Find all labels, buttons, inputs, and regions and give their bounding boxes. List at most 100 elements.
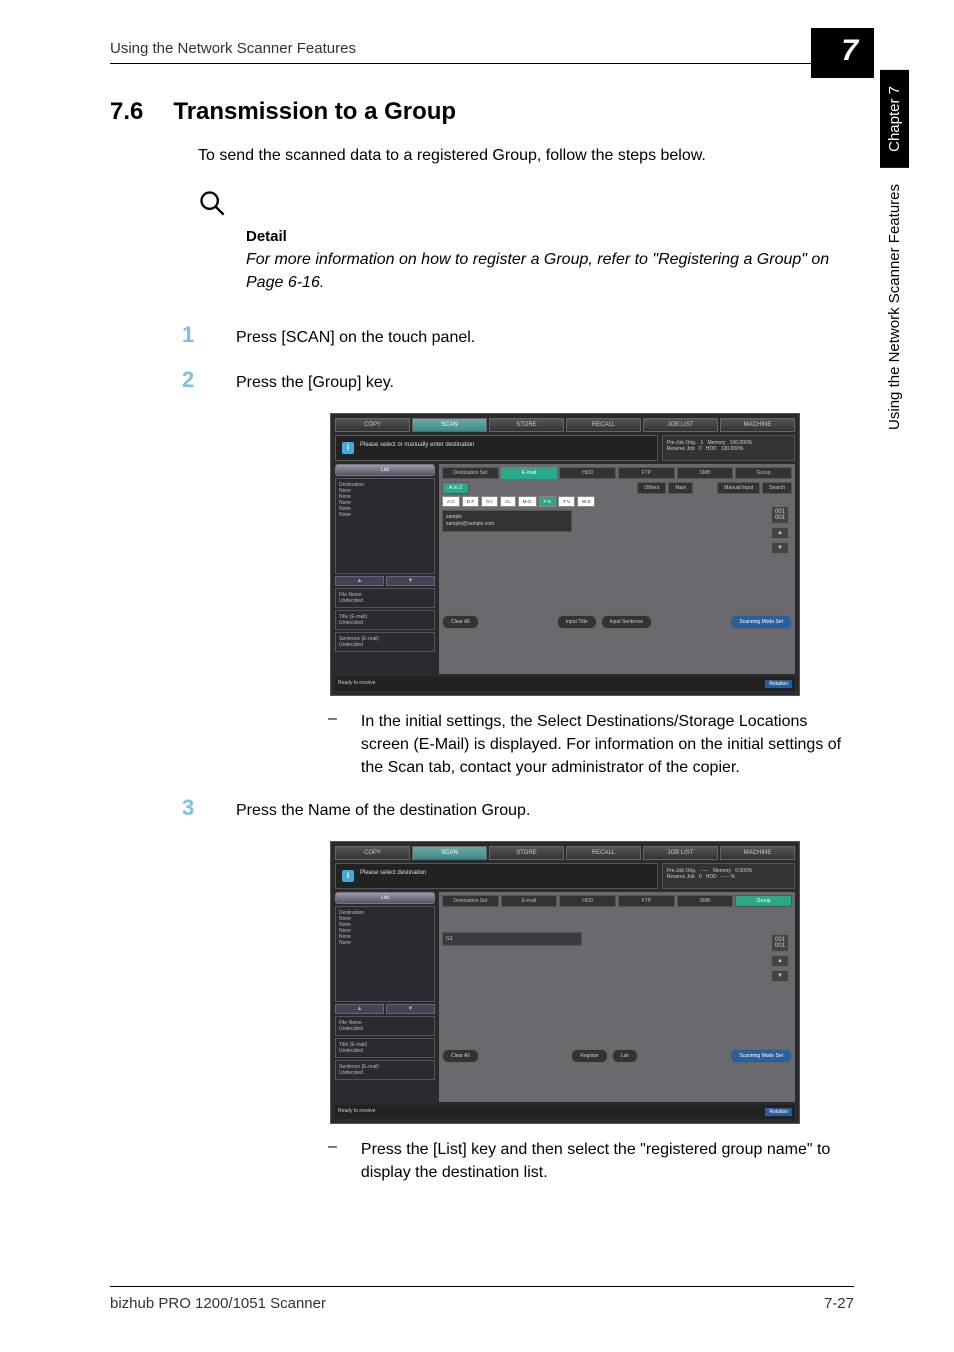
status-hdd-label-2: HDD xyxy=(706,874,717,880)
detail-text: For more information on how to register … xyxy=(246,249,846,294)
page-down-icon[interactable]: ▼ xyxy=(771,542,789,554)
alpha-mo[interactable]: M-O xyxy=(518,496,537,507)
tab-store[interactable]: STORE xyxy=(489,418,564,432)
smb-button-2[interactable]: SMB xyxy=(677,895,734,907)
note-2-text: Press the [List] key and then select the… xyxy=(361,1138,854,1184)
screenshot-2: COPY SCAN STORE RECALL JOB LIST MACHINE … xyxy=(330,841,800,1124)
title-value: Undecided xyxy=(339,620,431,626)
main-button[interactable]: Main xyxy=(668,482,693,494)
status-prejob-val-2: ----- xyxy=(700,868,708,874)
address-entry[interactable]: sample sample@sample.com xyxy=(442,510,572,532)
status-memory-label-2: Memory xyxy=(713,868,731,874)
info-message-2: i Please select destination xyxy=(335,863,658,889)
filename-panel-2: File Name Undecided xyxy=(335,1016,435,1036)
list-button[interactable]: List xyxy=(335,464,435,476)
group-button-2[interactable]: Group xyxy=(735,895,792,907)
destination-panel: Destination None None None None None xyxy=(335,478,435,574)
status-hdd-pct-2: ----- % xyxy=(721,874,735,880)
tab-recall[interactable]: RECALL xyxy=(566,418,641,432)
register-button[interactable]: Register xyxy=(571,1049,608,1063)
alpha-ac[interactable]: A-C xyxy=(442,496,460,507)
page-down-icon-2[interactable]: ▼ xyxy=(771,970,789,982)
title-panel-2: Title (E-mail) Undecided xyxy=(335,1038,435,1058)
hdd-button[interactable]: HDD xyxy=(559,467,616,479)
clear-all-button[interactable]: Clear All xyxy=(442,615,479,629)
smb-button[interactable]: SMB xyxy=(677,467,734,479)
group-entry[interactable]: G1 xyxy=(442,932,582,946)
alpha-tv[interactable]: T-V xyxy=(558,496,575,507)
clear-all-button-2[interactable]: Clear All xyxy=(442,1049,479,1063)
chapter-badge: 7 xyxy=(811,28,874,78)
page-counter: 001 001 xyxy=(771,506,789,524)
manual-input-button[interactable]: Manual Input xyxy=(717,482,760,494)
tab-store-2[interactable]: STORE xyxy=(489,846,564,860)
search-button[interactable]: Search xyxy=(762,482,792,494)
section-title: Transmission to a Group xyxy=(173,98,456,126)
sentence-panel: Sentence (E-mail) Undecided xyxy=(335,632,435,652)
filename-panel: File Name Undecided xyxy=(335,588,435,608)
ftp-button-2[interactable]: FTP xyxy=(618,895,675,907)
tab-copy-2[interactable]: COPY xyxy=(335,846,410,860)
step-2-number: 2 xyxy=(182,367,198,393)
tab-machine[interactable]: MACHINE xyxy=(720,418,795,432)
status-prejob-label: Pre-Job Orig. xyxy=(667,440,697,446)
step-3-text: Press the Name of the destination Group. xyxy=(236,800,530,822)
status-panel: Pre-Job Orig. 1 Memory 100.000% Reserve … xyxy=(662,435,795,461)
header-rule xyxy=(110,63,854,64)
footer-model: bizhub PRO 1200/1051 Scanner xyxy=(110,1295,326,1312)
hdd-button-2[interactable]: HDD xyxy=(559,895,616,907)
page-up-icon-2[interactable]: ▲ xyxy=(771,955,789,967)
rotation-indicator: Rotation xyxy=(765,680,792,688)
page-up-icon[interactable]: ▲ xyxy=(771,527,789,539)
alpha-jl[interactable]: J-L xyxy=(500,496,516,507)
alpha-df[interactable]: D-F xyxy=(462,496,480,507)
tab-joblist-2[interactable]: JOB LIST xyxy=(643,846,718,860)
status-reserve-val: 0 xyxy=(699,446,702,452)
list-button-2[interactable]: List xyxy=(335,892,435,904)
tab-scan[interactable]: SCAN xyxy=(412,418,487,432)
dest-none-2-5: None xyxy=(339,940,431,946)
side-tab-title: Using the Network Scanner Features xyxy=(880,168,909,448)
alpha-gi[interactable]: G-I xyxy=(481,496,497,507)
step-2-text: Press the [Group] key. xyxy=(236,372,394,394)
alpha-wz[interactable]: W-Z xyxy=(577,496,595,507)
email-button-2[interactable]: E-mail xyxy=(501,895,558,907)
dest-down-icon[interactable]: ▼ xyxy=(386,576,435,586)
status-prejob-val: 1 xyxy=(700,440,703,446)
title-value-2: Undecided xyxy=(339,1048,431,1054)
filename-value-2: Undecided xyxy=(339,1026,431,1032)
dest-down-icon-2[interactable]: ▼ xyxy=(386,1004,435,1014)
tab-scan-2[interactable]: SCAN xyxy=(412,846,487,860)
destination-set-button-2[interactable]: Destination Set xyxy=(442,895,499,907)
status-hdd-label: HDD xyxy=(706,446,717,452)
section-intro: To send the scanned data to a registered… xyxy=(198,144,854,167)
statusbar-ready-2: Ready to receive xyxy=(338,1108,376,1116)
list-button-bottom[interactable]: List xyxy=(612,1049,638,1063)
input-title-button[interactable]: Input Title xyxy=(557,615,597,629)
others-button[interactable]: Others xyxy=(637,482,666,494)
atoz-button[interactable]: A to Z xyxy=(442,482,469,494)
scanning-mode-set-button-2[interactable]: Scanning Mode Set xyxy=(730,1049,792,1063)
status-prejob-label-2: Pre-Job Orig. xyxy=(667,868,697,874)
alpha-ps[interactable]: P-S xyxy=(539,496,557,507)
group-button[interactable]: Group xyxy=(735,467,792,479)
side-tab-chapter: Chapter 7 xyxy=(880,70,909,168)
tab-recall-2[interactable]: RECALL xyxy=(566,846,641,860)
info-message-text: Please select or manually enter destinat… xyxy=(360,442,474,448)
dest-up-icon-2[interactable]: ▲ xyxy=(335,1004,384,1014)
tab-machine-2[interactable]: MACHINE xyxy=(720,846,795,860)
tab-joblist[interactable]: JOB LIST xyxy=(643,418,718,432)
input-sentence-button[interactable]: Input Sentence xyxy=(601,615,653,629)
detail-magnifier-icon xyxy=(198,189,226,217)
destination-set-button[interactable]: Destination Set xyxy=(442,467,499,479)
dest-up-icon[interactable]: ▲ xyxy=(335,576,384,586)
filename-value: Undecided xyxy=(339,598,431,604)
scanning-mode-set-button[interactable]: Scanning Mode Set xyxy=(730,615,792,629)
ftp-button[interactable]: FTP xyxy=(618,467,675,479)
email-button[interactable]: E-mail xyxy=(501,467,558,479)
tab-copy[interactable]: COPY xyxy=(335,418,410,432)
status-reserve-label-2: Reserve Job xyxy=(667,874,695,880)
status-memory-pct: 100.000% xyxy=(730,440,753,446)
page-counter-2: 001 001 xyxy=(771,934,789,952)
sentence-value: Undecided xyxy=(339,642,431,648)
